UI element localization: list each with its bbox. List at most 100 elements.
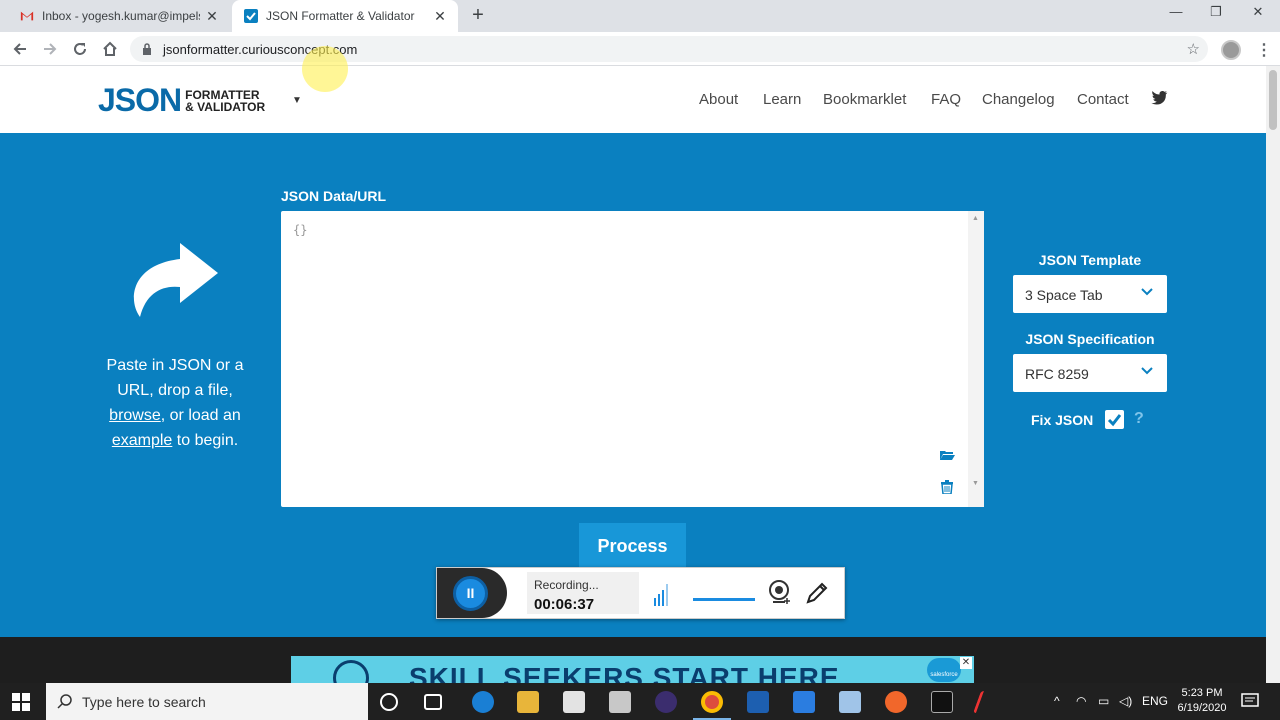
ad-logo-icon [333,660,369,683]
tab-json-formatter[interactable]: JSON Formatter & Validator ✕ [232,0,458,32]
editor-scrollbar[interactable]: ▲ ▼ [968,211,984,507]
intro-text: Paste in JSON or a URL, drop a file, bro… [88,353,262,453]
json-template-select[interactable]: 3 Space Tab [1013,275,1167,313]
nav-faq[interactable]: FAQ [931,91,961,108]
audio-level-icon [654,584,668,606]
checkbox-favicon-icon [244,9,258,23]
wifi-icon[interactable]: ◠ [1076,694,1086,708]
logo-json-text: JSON [98,82,182,118]
pause-recording-button[interactable]: II [453,576,488,611]
logo-dropdown-caret-icon[interactable]: ▼ [292,95,302,106]
home-button[interactable] [99,38,121,60]
editor-placeholder: {} [293,223,308,237]
logo-subtitle-line2: & VALIDATOR [185,99,266,114]
arrow-left-icon [13,43,26,55]
windows-start-icon[interactable] [12,693,30,711]
notifications-icon[interactable] [1241,693,1259,709]
minimize-button[interactable]: — [1156,4,1196,24]
mail-icon[interactable] [609,691,631,713]
ad-close-icon[interactable]: ✕ [960,657,972,669]
profile-avatar[interactable] [1221,40,1241,60]
twitter-icon[interactable] [1151,91,1168,105]
intro-text-part: Paste in JSON or a URL, drop a file, [106,357,244,399]
nav-learn[interactable]: Learn [763,91,801,108]
window-close-button[interactable]: ✕ [1238,4,1278,24]
browse-link[interactable]: browse [109,407,161,424]
chrome-icon[interactable] [701,691,723,713]
intro-text-part: to begin. [172,432,239,449]
notepad-icon[interactable] [839,691,861,713]
recording-status: Recording... 00:06:37 [527,572,639,614]
logo-subtitle: FORMATTER & VALIDATOR [185,89,265,113]
bookmark-star-icon[interactable]: ☆ [1187,40,1200,58]
scroll-up-icon[interactable]: ▲ [972,215,979,222]
word-app-icon[interactable] [793,691,815,713]
cursor-highlight [302,46,348,92]
nav-bookmarklet[interactable]: Bookmarklet [823,91,906,108]
pen-app-icon[interactable] [972,691,990,713]
ad-banner[interactable]: SKILL SEEKERS START HERE salesforce ✕ [291,656,974,683]
json-spec-select[interactable]: RFC 8259 [1013,354,1167,392]
maximize-button[interactable]: ❐ [1196,4,1236,24]
forward-button[interactable] [39,38,61,60]
clock-time: 5:23 PM [1181,687,1223,699]
search-icon [57,694,72,709]
system-clock[interactable]: 5:23 PM 6/19/2020 [1172,686,1232,716]
lock-icon [143,43,151,55]
webcam-icon[interactable] [768,580,792,606]
language-indicator[interactable]: ENG [1142,694,1168,708]
file-explorer-icon[interactable] [517,691,539,713]
browser-menu-button[interactable]: ⋮ [1256,40,1272,60]
screen-recorder-widget: II Recording... 00:06:37 [436,567,845,619]
example-link[interactable]: example [112,432,172,449]
new-tab-button[interactable]: + [466,4,490,28]
tab-close-button[interactable]: ✕ [200,8,224,25]
chevron-down-icon [1141,367,1153,375]
fix-json-checkbox[interactable] [1105,410,1124,429]
omnibox[interactable]: jsonformatter.curiousconcept.com ☆ [130,36,1208,62]
trash-icon[interactable] [941,480,953,494]
json-input-editor[interactable]: {} ▲ ▼ [281,211,984,507]
site-logo[interactable]: JSON FORMATTER & VALIDATOR [98,82,265,119]
eclipse-icon[interactable] [655,691,677,713]
edge-icon[interactable] [472,691,494,713]
arrow-right-icon [44,43,57,55]
browser-tab-bar: Inbox - yogesh.kumar@impelsys ✕ JSON For… [0,0,1280,32]
page-scrollbar-thumb[interactable] [1269,70,1277,130]
pen-icon[interactable] [805,581,829,605]
recording-status-text: Recording... [534,578,599,592]
show-hidden-icons[interactable]: ^ [1054,694,1060,708]
tab-gmail-inbox[interactable]: Inbox - yogesh.kumar@impelsys ✕ [8,0,230,32]
reload-icon [74,43,86,55]
open-folder-icon[interactable] [939,449,955,461]
main-section: Paste in JSON or a URL, drop a file, bro… [0,133,1266,637]
task-view-icon[interactable] [424,694,442,710]
terminal-icon[interactable] [931,691,953,713]
reload-button[interactable] [69,38,91,60]
nav-contact[interactable]: Contact [1077,91,1129,108]
help-icon[interactable]: ? [1134,410,1144,428]
volume-slider[interactable] [693,598,755,601]
nav-changelog[interactable]: Changelog [982,91,1055,108]
nav-about[interactable]: About [699,91,738,108]
battery-icon[interactable]: ▭ [1098,694,1109,708]
back-button[interactable] [9,38,31,60]
ad-headline: SKILL SEEKERS START HERE [409,662,840,683]
json-template-label: JSON Template [1038,252,1142,268]
recorder-control-panel: II [437,568,507,618]
store-icon[interactable] [563,691,585,713]
tab-title: JSON Formatter & Validator [266,9,415,23]
powerhell-app-icon[interactable] [747,691,769,713]
recording-timer: 00:06:37 [534,596,595,613]
taskbar-search-box[interactable]: Type here to search [46,683,368,720]
volume-icon[interactable]: ◁) [1119,694,1132,708]
page-scrollbar[interactable] [1266,66,1280,683]
firefox-icon[interactable] [885,691,907,713]
cortana-icon[interactable] [380,693,398,711]
json-spec-value: RFC 8259 [1025,366,1089,382]
process-button[interactable]: Process [579,523,686,569]
address-toolbar: jsonformatter.curiousconcept.com ☆ [0,32,1280,66]
scroll-down-icon[interactable]: ▼ [972,480,979,487]
tab-close-button[interactable]: ✕ [428,8,452,25]
json-template-value: 3 Space Tab [1025,287,1103,303]
